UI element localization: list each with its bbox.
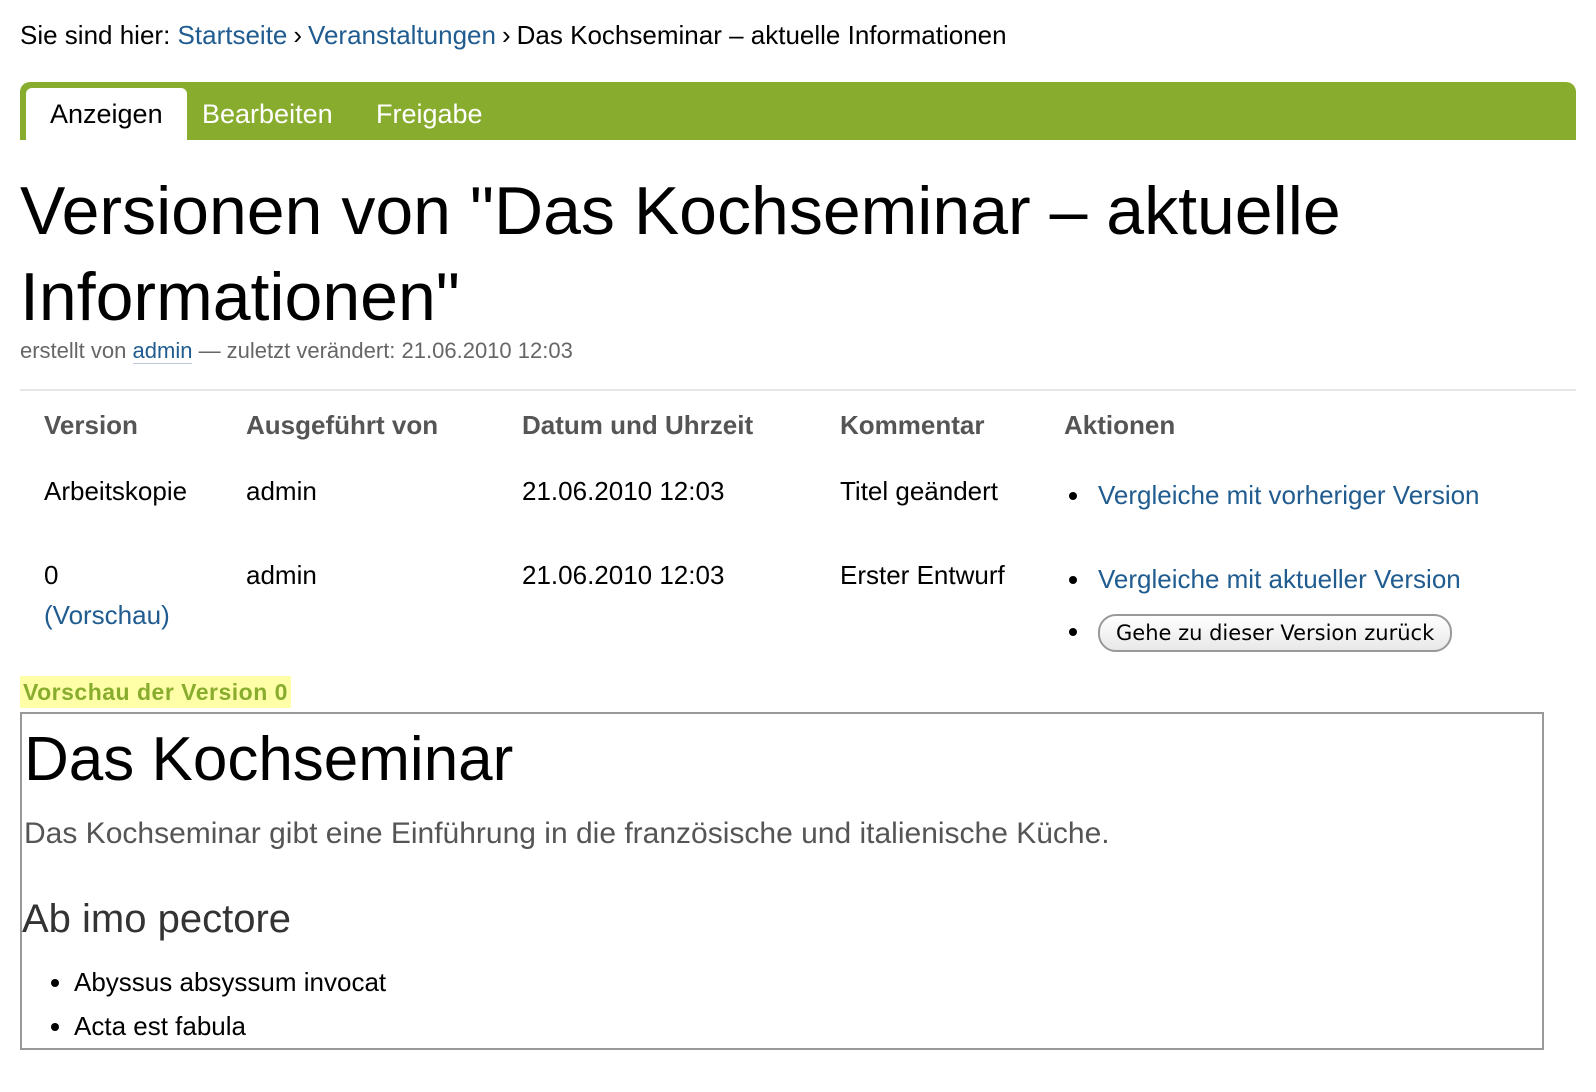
- column-header-author: Ausgeführt von: [246, 410, 439, 440]
- preview-title: Das Kochseminar: [24, 725, 514, 794]
- preview-description: Das Kochseminar gibt eine Einführung in …: [24, 817, 1110, 850]
- table-row: 0 (Vorschau) admin 21.06.2010 12:03 Erst…: [20, 541, 1504, 678]
- tab-freigabe[interactable]: Freigabe: [352, 88, 507, 140]
- page-title: Versionen von "Das Kochseminar – aktuell…: [20, 173, 1341, 335]
- comment-cell: Titel geändert: [840, 476, 999, 506]
- breadcrumb: Sie sind hier: Startseite › Veranstaltunge…: [20, 18, 1007, 52]
- comment-cell: Erster Entwurf: [840, 560, 1005, 590]
- versions-table: Version Ausgeführt von Datum und Uhrzeit…: [20, 398, 1504, 678]
- list-item: Gehe zu dieser Version zurück: [1092, 611, 1480, 652]
- compare-current-link[interactable]: Vergleiche mit aktueller Version: [1098, 564, 1461, 594]
- version-cell: 0 (Vorschau): [20, 541, 222, 678]
- breadcrumb-prefix: Sie sind hier:: [20, 20, 171, 50]
- actions-cell: Vergleiche mit vorheriger Version: [1040, 457, 1504, 541]
- version-preview-box: Das Kochseminar Das Kochseminar gibt ein…: [20, 712, 1544, 1050]
- version-cell: Arbeitskopie: [20, 457, 222, 541]
- preview-heading: Vorschau der Version 0: [20, 676, 291, 708]
- list-item: Acta est fabula: [74, 1004, 386, 1048]
- content-tabs: Anzeigen Bearbeiten Freigabe: [20, 82, 1576, 140]
- column-header-version: Version: [44, 410, 138, 440]
- list-item: Vergleiche mit vorheriger Version: [1092, 475, 1480, 515]
- breadcrumb-separator: ›: [293, 20, 303, 50]
- actions-cell: Vergleiche mit aktueller Version Gehe zu…: [1040, 541, 1504, 678]
- breadcrumb-link-home[interactable]: Startseite: [178, 20, 288, 50]
- version-label: 0: [44, 560, 59, 590]
- breadcrumb-link-events[interactable]: Veranstaltungen: [308, 20, 496, 50]
- preview-link[interactable]: (Vorschau): [44, 600, 170, 630]
- tab-bearbeiten[interactable]: Bearbeiten: [178, 88, 357, 140]
- table-row: Arbeitskopie admin 21.06.2010 12:03 Tite…: [20, 457, 1504, 541]
- actions-list: Vergleiche mit aktueller Version Gehe zu…: [1064, 559, 1480, 652]
- divider: [20, 389, 1576, 391]
- byline-modified: — zuletzt verändert: 21.06.2010 12:03: [198, 338, 573, 363]
- byline-prefix: erstellt von: [20, 338, 127, 363]
- tab-anzeigen[interactable]: Anzeigen: [26, 88, 187, 140]
- preview-bullet-list: Abyssus absyssum invocat Acta est fabula: [46, 960, 386, 1048]
- table-header-row: Version Ausgeführt von Datum und Uhrzeit…: [20, 398, 1504, 457]
- revert-version-button[interactable]: Gehe zu dieser Version zurück: [1098, 614, 1453, 652]
- author-cell: admin: [246, 476, 317, 506]
- author-link[interactable]: admin: [132, 338, 193, 364]
- list-item: Vergleiche mit aktueller Version: [1092, 559, 1480, 599]
- column-header-actions: Aktionen: [1064, 410, 1176, 440]
- column-header-date: Datum und Uhrzeit: [522, 410, 754, 440]
- version-label: Arbeitskopie: [44, 476, 188, 506]
- column-header-comment: Kommentar: [840, 410, 985, 440]
- compare-previous-link[interactable]: Vergleiche mit vorheriger Version: [1098, 480, 1480, 510]
- date-cell: 21.06.2010 12:03: [522, 560, 725, 590]
- author-cell: admin: [246, 560, 317, 590]
- actions-list: Vergleiche mit vorheriger Version: [1064, 475, 1480, 515]
- breadcrumb-current: Das Kochseminar – aktuelle Informationen: [516, 20, 1007, 50]
- list-item: Abyssus absyssum invocat: [74, 960, 386, 1004]
- breadcrumb-separator: ›: [501, 20, 511, 50]
- date-cell: 21.06.2010 12:03: [522, 476, 725, 506]
- document-byline: erstellt von admin — zuletzt verändert: …: [20, 336, 573, 366]
- preview-subheading: Ab imo pectore: [22, 897, 292, 941]
